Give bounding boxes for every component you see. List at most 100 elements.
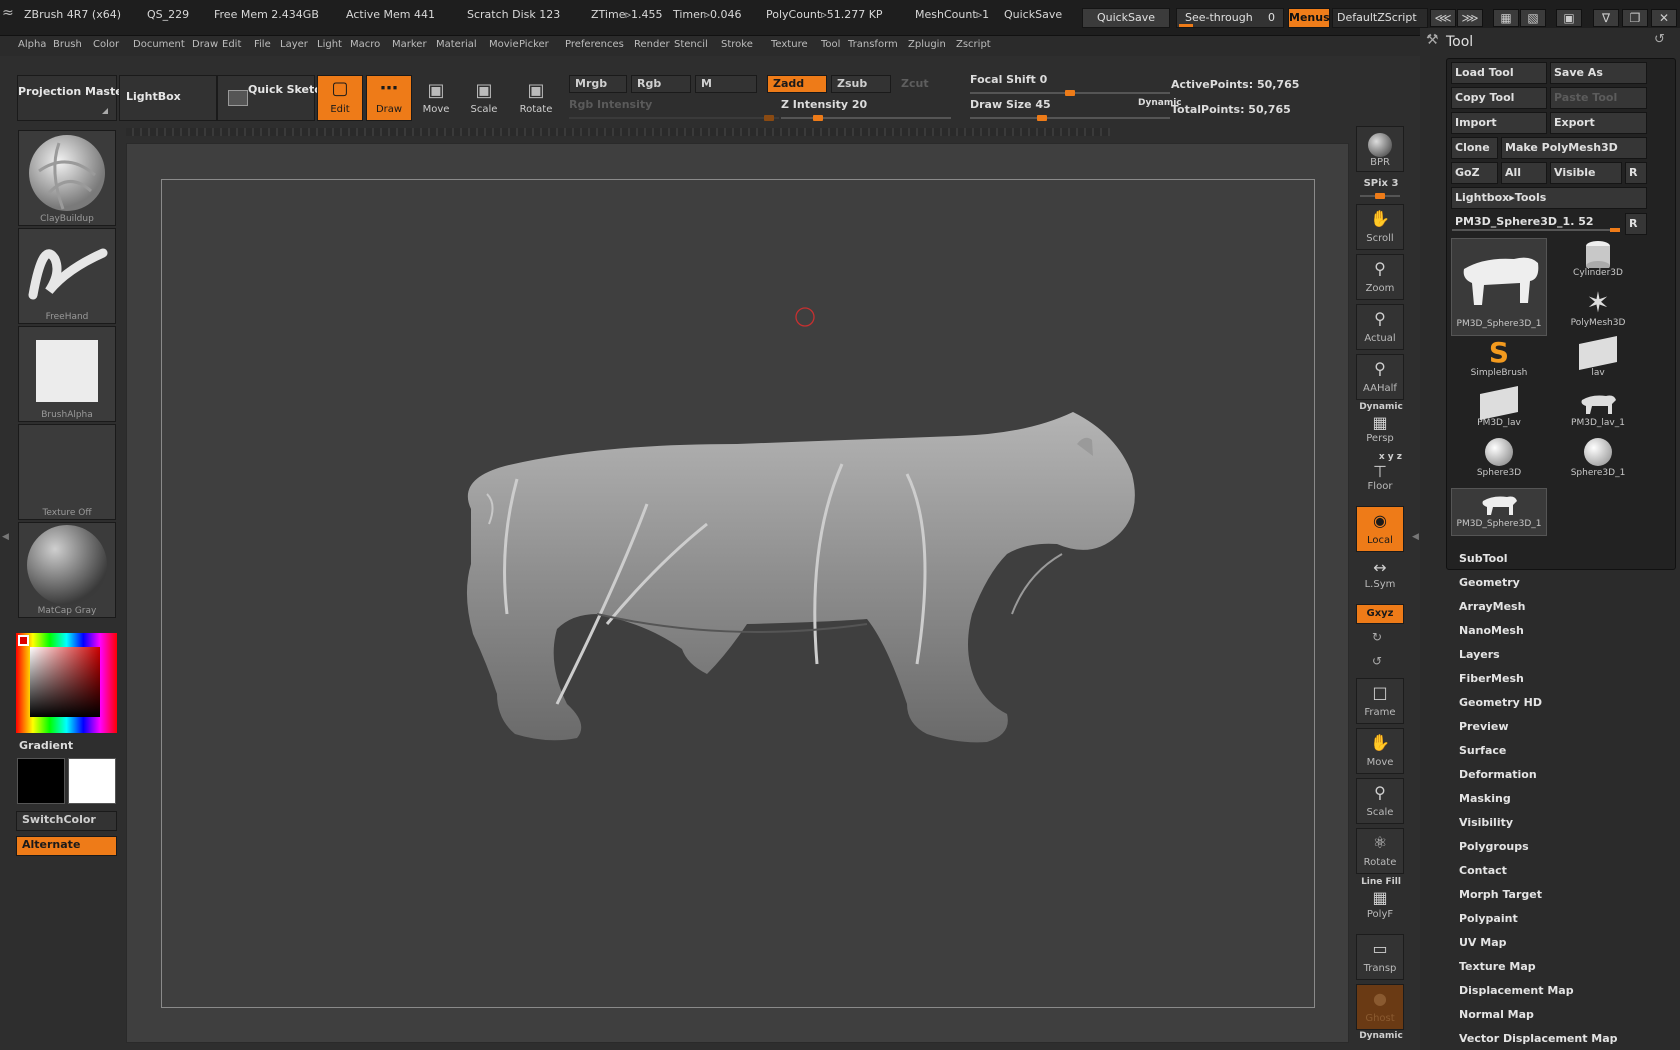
- section-vector-displacement-map[interactable]: Vector Displacement Map: [1459, 1032, 1618, 1045]
- alpha-thumbnail[interactable]: BrushAlpha: [18, 326, 116, 422]
- edit-mode-button[interactable]: ▢ Edit: [317, 75, 363, 121]
- frame-button[interactable]: □ Frame: [1356, 678, 1404, 724]
- goz-r-button[interactable]: R: [1625, 162, 1647, 184]
- rotate-view-button[interactable]: ⚛ Rotate: [1356, 828, 1404, 874]
- actual-button[interactable]: ⚲ Actual: [1356, 304, 1404, 350]
- menu-macro[interactable]: Macro: [350, 39, 380, 50]
- tool-r-button[interactable]: R: [1625, 213, 1647, 235]
- quicksave-button[interactable]: QuickSave: [1082, 8, 1170, 28]
- ui-layout-icon[interactable]: ▦: [1493, 9, 1519, 27]
- menu-preferences[interactable]: Preferences: [565, 39, 624, 50]
- restore-icon[interactable]: ❐: [1622, 9, 1648, 27]
- zcut-button[interactable]: Zcut: [895, 75, 953, 93]
- save-as-button[interactable]: Save As: [1550, 62, 1647, 84]
- rgb-button[interactable]: Rgb: [631, 75, 691, 93]
- menu-stroke[interactable]: Stroke: [721, 39, 753, 50]
- lock-icon[interactable]: ▣: [1556, 9, 1582, 27]
- ghost-button[interactable]: ● Ghost: [1356, 984, 1404, 1030]
- z-intensity-slider[interactable]: [781, 115, 951, 121]
- paste-tool-button[interactable]: Paste Tool: [1550, 87, 1647, 109]
- spix-slider[interactable]: [1360, 193, 1400, 199]
- quick-sketch-button[interactable]: Quick Sketch: [217, 75, 329, 121]
- section-preview[interactable]: Preview: [1459, 720, 1509, 733]
- left-tray-arrow-icon[interactable]: ◀: [2, 532, 10, 552]
- polyf-button[interactable]: ▦ PolyF: [1356, 886, 1404, 926]
- tool-thumb-polymesh3d[interactable]: ✶ PolyMesh3D: [1550, 288, 1646, 334]
- section-arraymesh[interactable]: ArrayMesh: [1459, 600, 1525, 613]
- zadd-button[interactable]: Zadd: [767, 75, 827, 93]
- clone-button[interactable]: Clone: [1451, 137, 1498, 159]
- menu-light[interactable]: Light: [317, 39, 342, 50]
- minimize-icon[interactable]: ∇: [1593, 9, 1619, 27]
- menu-draw[interactable]: Draw: [192, 39, 218, 50]
- tool-thumb-sphere3d-1[interactable]: Sphere3D_1: [1550, 438, 1646, 484]
- secondary-color-swatch[interactable]: [68, 758, 116, 804]
- menu-alpha[interactable]: Alpha: [18, 39, 46, 50]
- menu-layer[interactable]: Layer: [280, 39, 308, 50]
- section-morph-target[interactable]: Morph Target: [1459, 888, 1542, 901]
- see-through-slider[interactable]: See-through 0: [1176, 8, 1284, 28]
- color-saturation-square[interactable]: [30, 647, 100, 717]
- section-geometry-hd[interactable]: Geometry HD: [1459, 696, 1542, 709]
- ui-colors-icon[interactable]: ▧: [1520, 9, 1546, 27]
- lightbox-button[interactable]: LightBox: [119, 75, 217, 121]
- move-view-button[interactable]: ✋ Move: [1356, 728, 1404, 774]
- zsub-button[interactable]: Zsub: [831, 75, 891, 93]
- copy-tool-button[interactable]: Copy Tool: [1451, 87, 1547, 109]
- bpr-button[interactable]: BPR: [1356, 126, 1404, 172]
- brush-thumbnail[interactable]: ClayBuildup: [18, 130, 116, 226]
- projection-master-button[interactable]: Projection Master: [17, 75, 128, 121]
- scale-mode-button[interactable]: ▣ Scale: [462, 78, 506, 124]
- tool-thumb-sphere3d[interactable]: Sphere3D: [1451, 438, 1547, 484]
- menu-texture[interactable]: Texture: [771, 39, 808, 50]
- menus-button[interactable]: Menus: [1288, 8, 1330, 28]
- section-texture-map[interactable]: Texture Map: [1459, 960, 1536, 973]
- menu-document[interactable]: Document: [133, 39, 185, 50]
- current-tool-slider[interactable]: PM3D_Sphere3D_1. 52: [1451, 211, 1623, 233]
- section-normal-map[interactable]: Normal Map: [1459, 1008, 1534, 1021]
- rotate-mode-button[interactable]: ▣ Rotate: [514, 78, 558, 124]
- menu-brush[interactable]: Brush: [53, 39, 82, 50]
- goz-visible-button[interactable]: Visible: [1550, 162, 1622, 184]
- rotate-y-icon[interactable]: ↻: [1372, 630, 1382, 644]
- switchcolor-button[interactable]: SwitchColor: [16, 811, 117, 831]
- gradient-label[interactable]: Gradient: [19, 739, 73, 752]
- menu-render[interactable]: Render: [634, 39, 670, 50]
- menu-transform[interactable]: Transform: [848, 39, 898, 50]
- tool-thumb-pm3d-lav[interactable]: PM3D_lav: [1451, 385, 1547, 434]
- section-polypaint[interactable]: Polypaint: [1459, 912, 1518, 925]
- tool-thumb-pm3d-lav-1[interactable]: PM3D_lav_1: [1550, 388, 1646, 434]
- import-button[interactable]: Import: [1451, 112, 1547, 134]
- section-visibility[interactable]: Visibility: [1459, 816, 1513, 829]
- toolbar-scroll-strip[interactable]: [126, 128, 1110, 136]
- tool-thumb-lav[interactable]: lav: [1550, 335, 1646, 384]
- menu-file[interactable]: File: [254, 39, 271, 50]
- scroll-button[interactable]: ✋ Scroll: [1356, 204, 1404, 250]
- tool-thumb-simplebrush[interactable]: S SimpleBrush: [1451, 338, 1547, 384]
- material-thumbnail[interactable]: MatCap Gray: [18, 522, 116, 618]
- focal-shift-slider[interactable]: [970, 90, 1170, 96]
- alternate-button[interactable]: Alternate: [16, 836, 117, 856]
- xyz-button[interactable]: Gxyz: [1356, 604, 1404, 624]
- export-button[interactable]: Export: [1550, 112, 1647, 134]
- section-masking[interactable]: Masking: [1459, 792, 1511, 805]
- tool-palette-title[interactable]: Tool: [1446, 34, 1473, 50]
- menu-marker[interactable]: Marker: [392, 39, 427, 50]
- mrgb-button[interactable]: Mrgb: [569, 75, 627, 93]
- tool-thumb-pm3d-sphere3d-1[interactable]: PM3D_Sphere3D_1: [1451, 238, 1547, 336]
- main-color-swatch[interactable]: [17, 758, 65, 804]
- rotate-z-icon[interactable]: ↺: [1372, 654, 1382, 668]
- goz-all-button[interactable]: All: [1501, 162, 1547, 184]
- default-zscript-button[interactable]: DefaultZScript: [1332, 8, 1428, 28]
- right-tray-arrow-icon[interactable]: ◀: [1412, 532, 1420, 552]
- menu-zplugin[interactable]: Zplugin: [908, 39, 946, 50]
- persp-button[interactable]: ▦ Persp: [1356, 412, 1404, 452]
- transp-button[interactable]: ▭ Transp: [1356, 934, 1404, 980]
- load-tool-button[interactable]: Load Tool: [1451, 62, 1547, 84]
- section-polygroups[interactable]: Polygroups: [1459, 840, 1529, 853]
- make-polymesh3d-button[interactable]: Make PolyMesh3D: [1501, 137, 1647, 159]
- rgb-intensity-slider[interactable]: [569, 115, 779, 121]
- section-surface[interactable]: Surface: [1459, 744, 1506, 757]
- draw-size-slider[interactable]: [970, 115, 1170, 121]
- primary-color-swatch[interactable]: [18, 635, 29, 646]
